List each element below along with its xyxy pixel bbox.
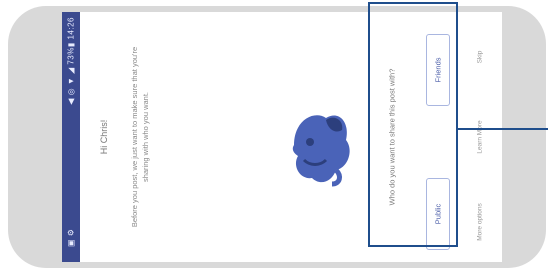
welcome-title: Hi Chris!: [99, 119, 109, 155]
status-bar: ▣ ⚙ ◀ ◎ ▼ ◢ 73%▮ 14:26: [62, 12, 80, 262]
mascot-illustration: [292, 115, 350, 187]
welcome-text: Before you post, we just want to make su…: [130, 46, 150, 228]
learn-more-link[interactable]: Learn More: [477, 120, 484, 153]
skip-link[interactable]: Skip: [477, 51, 484, 64]
callout-pointer-line: [458, 128, 548, 130]
share-options-highlight: [368, 2, 458, 247]
status-bar-right: ◀ ◎ ▼ ◢ 73%▮ 14:26: [66, 17, 76, 105]
status-bar-left: ▣ ⚙: [66, 228, 76, 247]
more-options-link[interactable]: More options: [477, 203, 484, 241]
